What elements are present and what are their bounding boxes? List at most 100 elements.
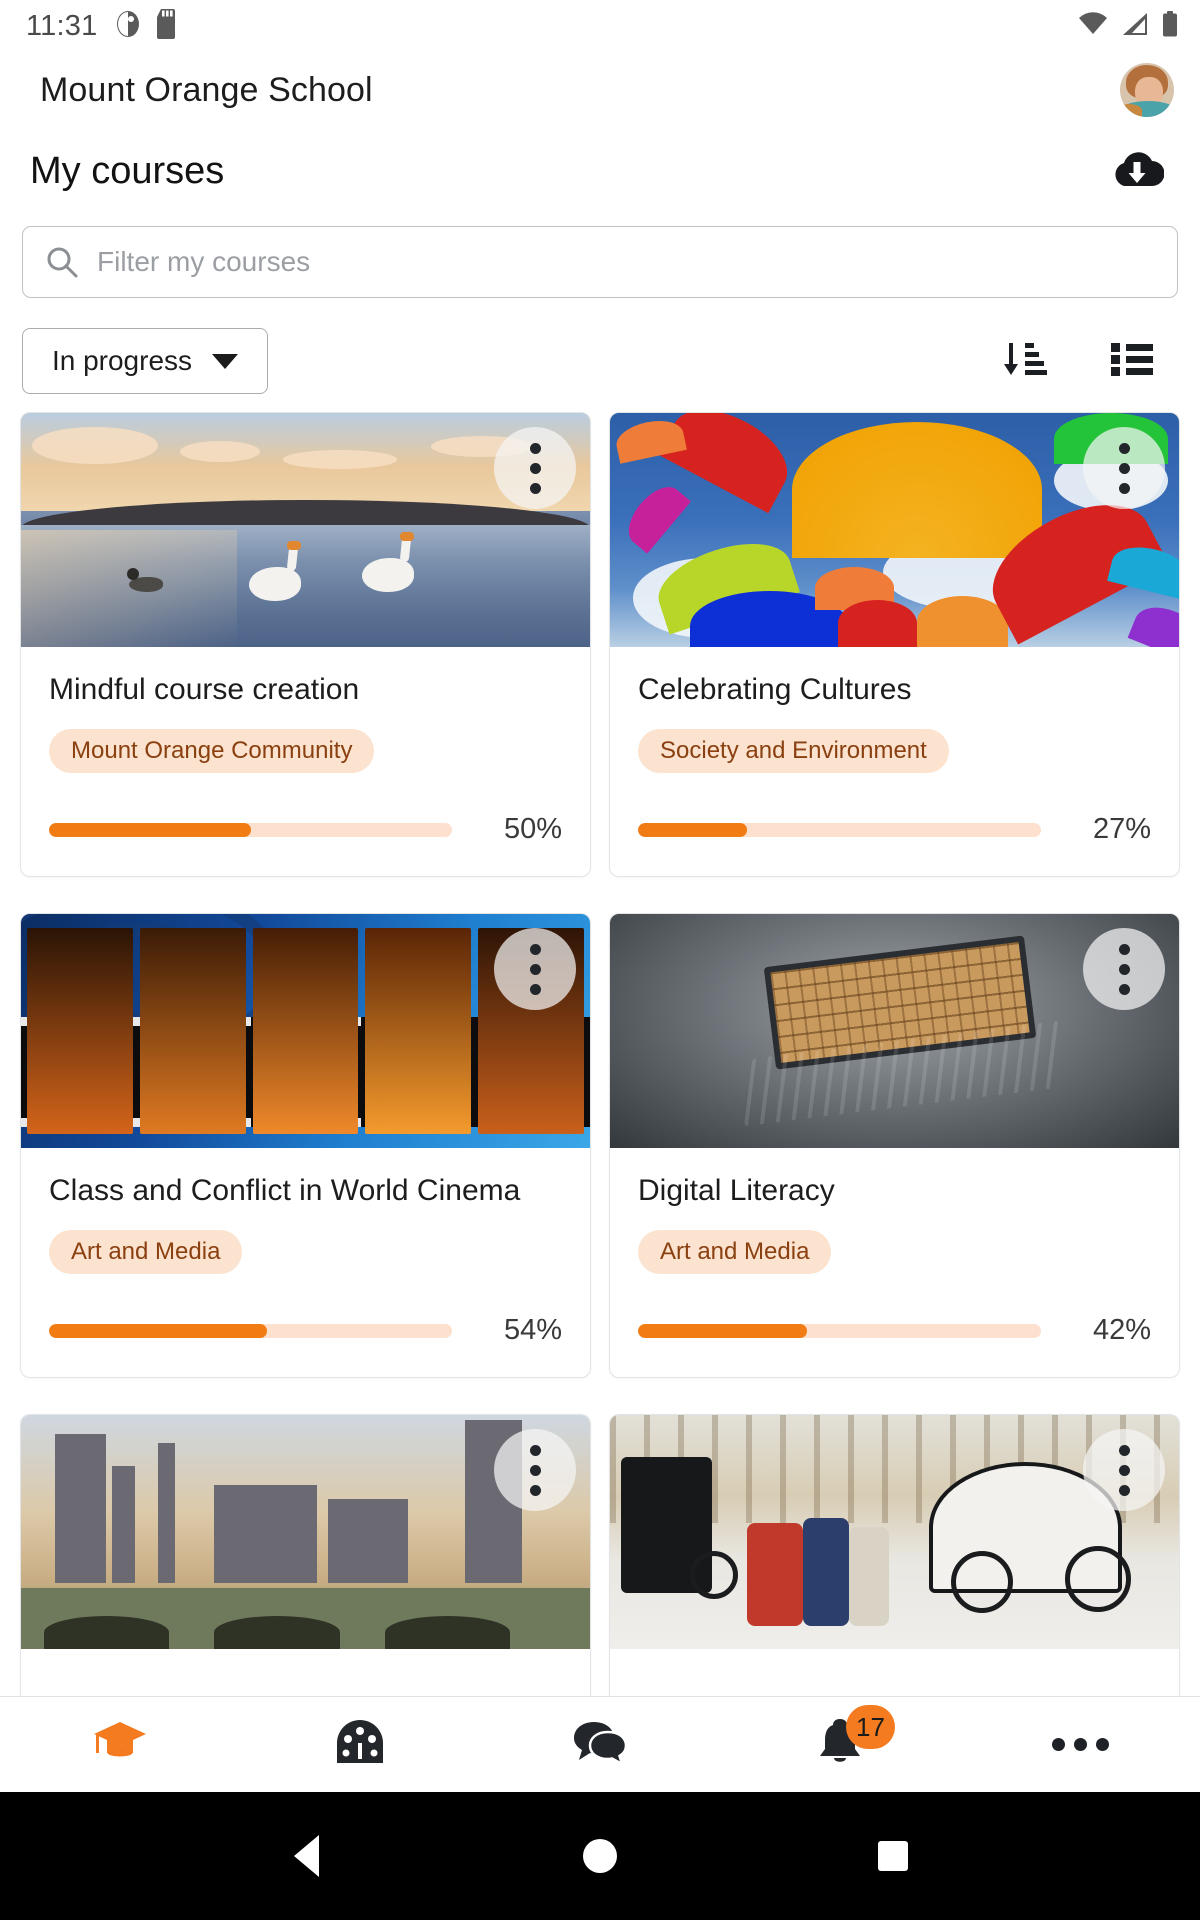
course-category-badge: Art and Media xyxy=(49,1230,243,1274)
more-horizontal-icon xyxy=(1051,1738,1109,1751)
dashboard-speedometer-icon xyxy=(334,1717,386,1772)
nav-item-messages[interactable] xyxy=(480,1697,720,1792)
course-image xyxy=(610,914,1179,1148)
course-card-body xyxy=(610,1649,1179,1696)
search-section xyxy=(0,214,1200,310)
status-bar-left-icons xyxy=(115,8,179,44)
course-image xyxy=(610,413,1179,647)
progress-bar-fill xyxy=(49,822,251,837)
avatar-shoulder-alt xyxy=(1120,104,1142,117)
page-header: My courses xyxy=(0,128,1200,214)
nav-item-my-courses[interactable] xyxy=(0,1697,240,1792)
android-back-button[interactable] xyxy=(262,1811,352,1901)
list-view-icon xyxy=(1109,339,1155,384)
kebab-dot xyxy=(1118,943,1130,955)
app-screen: 11:31 Mount Orange School My courses Fil… xyxy=(0,0,1200,1920)
course-status-select[interactable]: In progress xyxy=(22,328,268,394)
nav-item-notifications[interactable]: 17 xyxy=(720,1697,960,1792)
search-input[interactable] xyxy=(97,246,1155,278)
kebab-dot xyxy=(529,442,541,454)
filter-toolbar: In progress xyxy=(0,310,1200,412)
course-title xyxy=(49,1675,562,1696)
course-progress: 27% xyxy=(638,773,1151,846)
course-card[interactable] xyxy=(20,1414,591,1696)
kebab-dot xyxy=(529,963,541,975)
course-card-body xyxy=(21,1649,590,1696)
course-card-body: Celebrating Cultures Society and Environ… xyxy=(610,647,1179,876)
avatar[interactable] xyxy=(1120,63,1174,117)
course-image xyxy=(610,1415,1179,1649)
site-title: Mount Orange School xyxy=(40,70,373,109)
view-mode-button[interactable] xyxy=(1104,333,1160,389)
progress-bar-track xyxy=(638,1323,1041,1338)
progress-label: 27% xyxy=(1092,813,1151,845)
course-title xyxy=(638,1675,1151,1696)
progress-bar-track xyxy=(638,822,1041,837)
progress-bar-fill xyxy=(49,1323,267,1338)
sort-button[interactable] xyxy=(996,333,1052,389)
course-progress: 42% xyxy=(638,1274,1151,1347)
search-icon xyxy=(45,245,79,279)
course-progress: 54% xyxy=(49,1274,562,1347)
course-image xyxy=(21,413,590,647)
kebab-dot xyxy=(529,1444,541,1456)
course-status-label: In progress xyxy=(51,345,193,376)
chevron-down-icon xyxy=(212,353,239,369)
course-menu-button[interactable] xyxy=(494,928,576,1010)
course-title: Digital Literacy xyxy=(638,1174,835,1207)
kebab-dot xyxy=(1118,1484,1130,1496)
do-not-disturb-icon xyxy=(115,9,141,44)
course-card[interactable]: Digital Literacy Art and Media 42% xyxy=(609,913,1180,1378)
course-title: Class and Conflict in World Cinema xyxy=(49,1174,521,1207)
course-card[interactable] xyxy=(609,1414,1180,1696)
progress-bar-fill xyxy=(638,822,747,837)
kebab-dot xyxy=(1118,462,1130,474)
course-card[interactable]: Celebrating Cultures Society and Environ… xyxy=(609,412,1180,877)
course-menu-button[interactable] xyxy=(1083,427,1165,509)
nav-item-dashboard[interactable] xyxy=(240,1697,480,1792)
cloud-download-button[interactable] xyxy=(1102,136,1172,206)
course-image xyxy=(21,914,590,1148)
android-home-icon xyxy=(582,1839,617,1873)
cellular-signal-icon xyxy=(1121,12,1149,41)
status-bar: 11:31 xyxy=(0,0,1200,52)
progress-bar-fill xyxy=(638,1323,808,1338)
wifi-icon xyxy=(1078,11,1108,41)
android-home-button[interactable] xyxy=(555,1811,645,1901)
course-card[interactable]: Mindful course creation Mount Orange Com… xyxy=(20,412,591,877)
progress-label: 42% xyxy=(1092,1314,1151,1346)
progress-bar-track xyxy=(49,822,452,837)
kebab-dot xyxy=(1118,983,1130,995)
course-category-badge: Mount Orange Community xyxy=(49,729,375,773)
status-bar-time: 11:31 xyxy=(26,9,98,42)
course-category-badge: Society and Environment xyxy=(638,729,949,773)
kebab-dot xyxy=(1118,963,1130,975)
kebab-dot xyxy=(529,1464,541,1476)
search-box[interactable] xyxy=(22,226,1178,298)
graduation-cap-icon xyxy=(92,1719,148,1770)
android-recents-icon xyxy=(878,1841,909,1871)
course-menu-button[interactable] xyxy=(1083,1429,1165,1511)
app-bar: Mount Orange School xyxy=(0,52,1200,128)
nav-item-more[interactable] xyxy=(960,1697,1200,1792)
courses-scroll-area[interactable]: Mindful course creation Mount Orange Com… xyxy=(0,412,1200,1696)
progress-bar-track xyxy=(49,1323,452,1338)
kebab-dot xyxy=(529,1484,541,1496)
course-menu-button[interactable] xyxy=(494,1429,576,1511)
course-menu-button[interactable] xyxy=(1083,928,1165,1010)
course-card-body: Digital Literacy Art and Media 42% xyxy=(610,1148,1179,1377)
progress-label: 50% xyxy=(503,813,562,845)
cloud-download-icon xyxy=(1110,148,1165,195)
course-menu-button[interactable] xyxy=(494,427,576,509)
chat-bubbles-icon xyxy=(572,1718,628,1771)
kebab-dot xyxy=(529,462,541,474)
status-bar-right-icons xyxy=(1078,10,1178,42)
kebab-dot xyxy=(529,482,541,494)
bottom-navigation: 17 xyxy=(0,1696,1200,1792)
android-back-icon xyxy=(294,1835,320,1877)
course-card[interactable]: Class and Conflict in World Cinema Art a… xyxy=(20,913,591,1378)
kebab-dot xyxy=(529,943,541,955)
kebab-dot xyxy=(1118,1444,1130,1456)
android-recents-button[interactable] xyxy=(848,1811,938,1901)
course-title: Celebrating Cultures xyxy=(638,673,912,706)
